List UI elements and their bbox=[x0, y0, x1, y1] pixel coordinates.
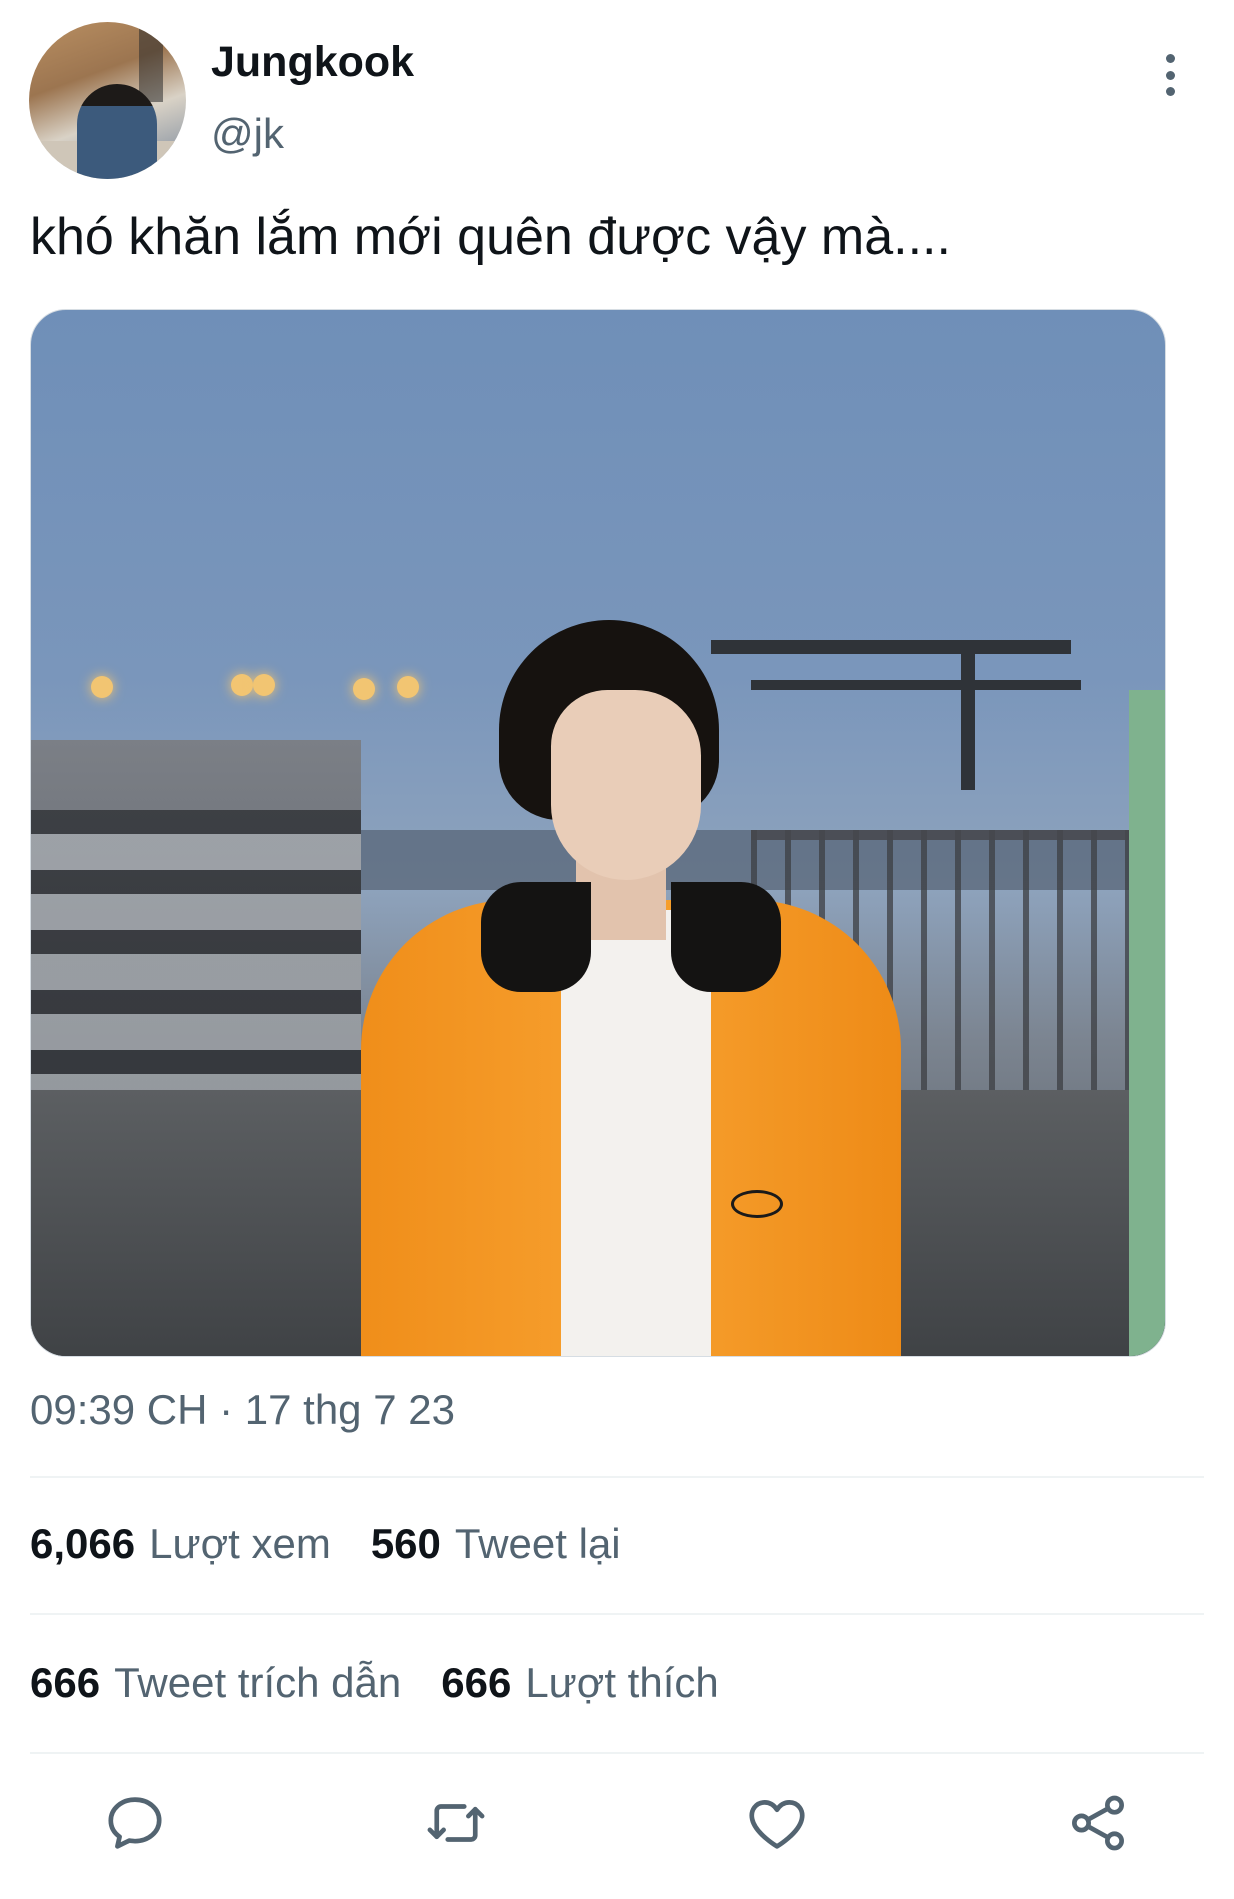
avatar-person bbox=[77, 84, 157, 179]
tweet-detail: Jungkook @jk khó khăn lắm mới quên được … bbox=[0, 0, 1234, 1899]
author-display-name[interactable]: Jungkook bbox=[211, 38, 414, 87]
likes-stat[interactable]: 666 Lượt thích bbox=[441, 1659, 719, 1707]
retweet-icon bbox=[427, 1804, 485, 1842]
more-dot-icon bbox=[1165, 87, 1175, 96]
like-icon bbox=[749, 1800, 805, 1849]
reply-icon bbox=[108, 1797, 162, 1849]
quotes-stat[interactable]: 666 Tweet trích dẫn bbox=[30, 1659, 401, 1707]
avatar[interactable] bbox=[29, 22, 186, 179]
stats-row: 6,066 Lượt xem 560 Tweet lại bbox=[30, 1520, 621, 1568]
stats-row: 666 Tweet trích dẫn 666 Lượt thích bbox=[30, 1659, 719, 1707]
divider bbox=[30, 1752, 1204, 1754]
share-button[interactable] bbox=[1065, 1790, 1131, 1856]
photo-person bbox=[361, 620, 941, 1356]
views-count: 6,066 bbox=[30, 1520, 136, 1567]
retweets-stat[interactable]: 560 Tweet lại bbox=[371, 1520, 621, 1568]
share-icon bbox=[1072, 1795, 1124, 1851]
quotes-label: Tweet trích dẫn bbox=[114, 1659, 402, 1706]
photo-green-panel bbox=[1129, 690, 1165, 1356]
action-bar bbox=[0, 1790, 1234, 1860]
reply-button[interactable] bbox=[102, 1790, 168, 1856]
more-dot-icon bbox=[1165, 70, 1175, 80]
retweets-count: 560 bbox=[370, 1520, 441, 1567]
photo-face bbox=[551, 690, 701, 880]
divider bbox=[30, 1613, 1204, 1615]
tweet-timestamp[interactable]: 09:39 CH · 17 thg 7 23 bbox=[30, 1386, 455, 1434]
retweet-button[interactable] bbox=[423, 1790, 489, 1856]
more-dot-icon bbox=[1165, 54, 1175, 63]
avatar-background bbox=[139, 22, 163, 102]
more-options-button[interactable] bbox=[1150, 50, 1190, 100]
photo-metal-post bbox=[961, 640, 975, 790]
views-stat[interactable]: 6,066 Lượt xem bbox=[30, 1520, 331, 1568]
divider bbox=[30, 1476, 1204, 1478]
quotes-count: 666 bbox=[30, 1659, 101, 1706]
author-handle[interactable]: @jk bbox=[211, 110, 284, 158]
photo-jacket-collar bbox=[671, 882, 781, 992]
photo-jacket-collar bbox=[481, 882, 591, 992]
likes-count: 666 bbox=[441, 1659, 512, 1706]
photo-jacket-logo bbox=[731, 1190, 783, 1218]
likes-label: Lượt thích bbox=[525, 1659, 719, 1706]
views-label: Lượt xem bbox=[149, 1520, 331, 1567]
tweet-photo[interactable] bbox=[30, 309, 1166, 1357]
tweet-text: khó khăn lắm mới quên được vậy mà.... bbox=[30, 208, 951, 266]
like-button[interactable] bbox=[744, 1790, 810, 1856]
retweets-label: Tweet lại bbox=[454, 1520, 621, 1567]
